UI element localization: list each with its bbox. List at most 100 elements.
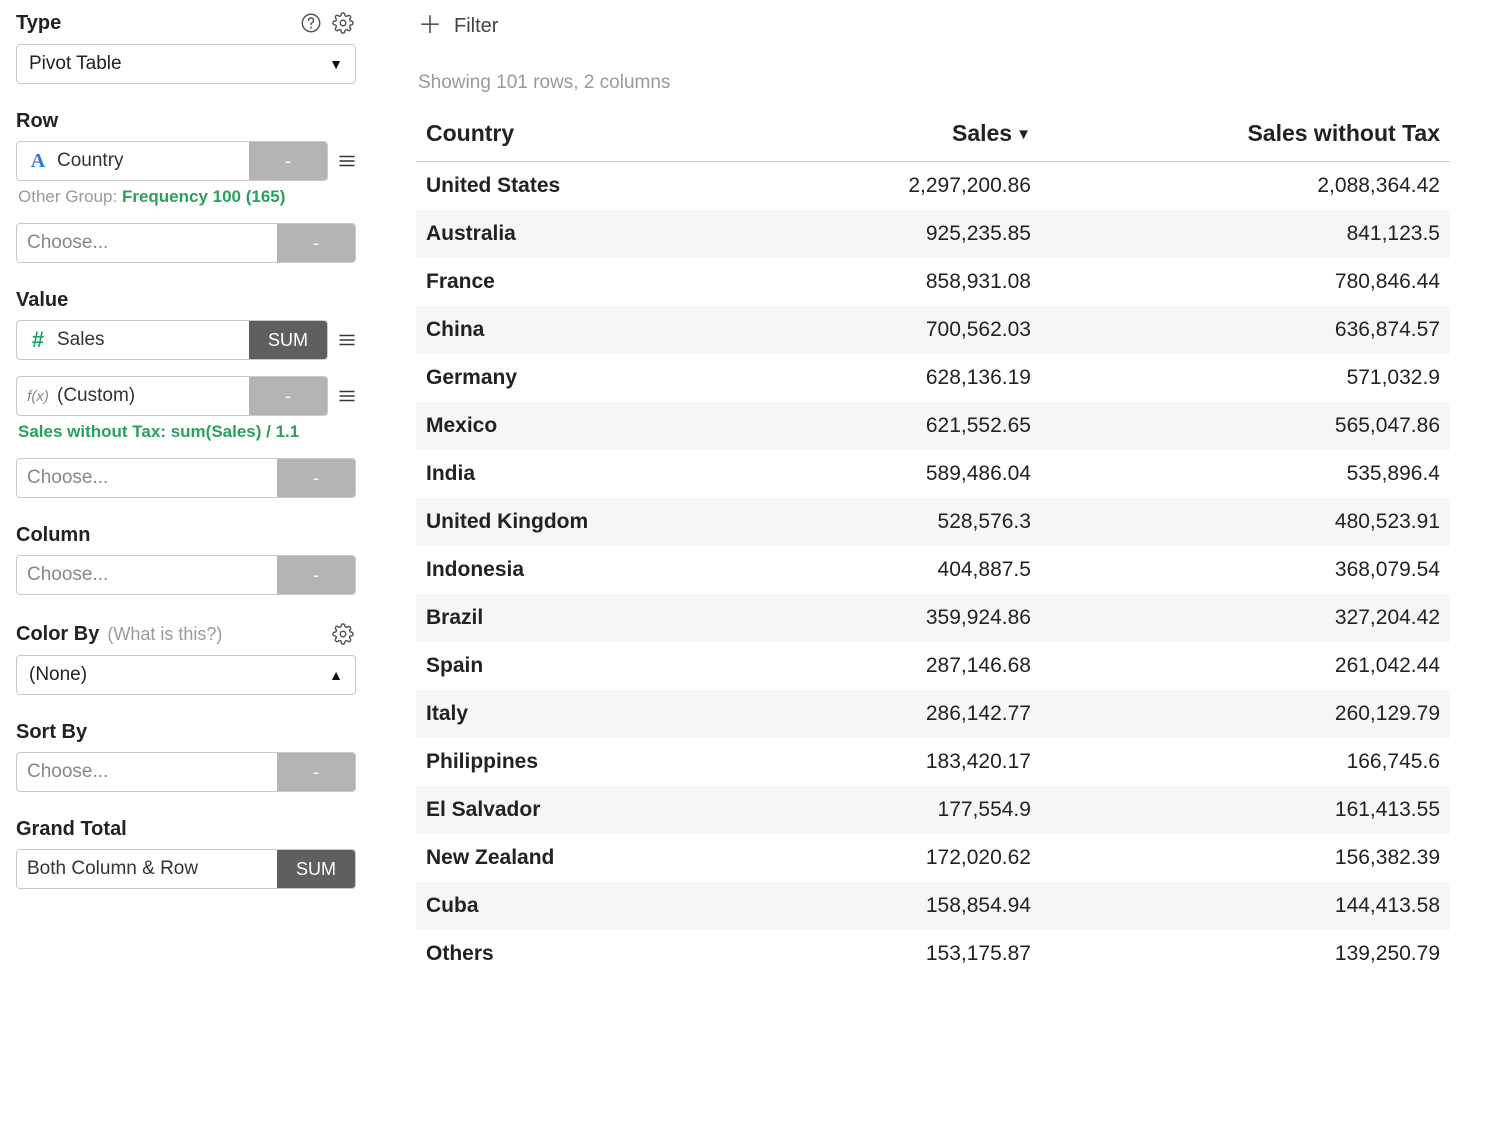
colorby-label: Color By — [16, 623, 99, 646]
value-choose-box[interactable]: Choose... - — [16, 458, 356, 498]
grandtotal-label: Grand Total — [16, 818, 356, 841]
sortby-choose-box[interactable]: Choose... - — [16, 752, 356, 792]
table-row[interactable]: Philippines183,420.17166,745.6 — [416, 738, 1450, 786]
row-field-name: Country — [57, 150, 124, 172]
text-type-icon: A — [27, 150, 49, 173]
table-row[interactable]: Cuba158,854.94144,413.58 — [416, 882, 1450, 930]
row-field-box[interactable]: A Country - — [16, 141, 328, 181]
drag-handle-icon[interactable] — [328, 387, 356, 405]
cell-sales_no_tax: 636,874.57 — [1041, 306, 1450, 354]
help-icon[interactable] — [298, 10, 324, 36]
cell-country: Australia — [416, 210, 767, 258]
row-field-agg[interactable]: - — [249, 142, 327, 180]
cell-sales: 404,887.5 — [767, 546, 1041, 594]
table-row[interactable]: France858,931.08780,846.44 — [416, 258, 1450, 306]
table-row[interactable]: New Zealand172,020.62156,382.39 — [416, 834, 1450, 882]
table-row[interactable]: Others153,175.87139,250.79 — [416, 930, 1450, 978]
table-row[interactable]: Mexico621,552.65565,047.86 — [416, 402, 1450, 450]
grandtotal-field: Both Column & Row SUM — [16, 849, 356, 889]
cell-sales: 528,576.3 — [767, 498, 1041, 546]
cell-sales: 183,420.17 — [767, 738, 1041, 786]
colorby-select[interactable]: (None) ▲ — [16, 655, 356, 695]
type-label-row: Type — [16, 10, 356, 36]
cell-sales_no_tax: 368,079.54 — [1041, 546, 1450, 594]
grandtotal-value: Both Column & Row — [27, 858, 198, 880]
colorby-label-row: Color By (What is this?) — [16, 621, 356, 647]
cell-country: Mexico — [416, 402, 767, 450]
table-row[interactable]: United States2,297,200.862,088,364.42 — [416, 162, 1450, 211]
table-row[interactable]: Germany628,136.19571,032.9 — [416, 354, 1450, 402]
table-row[interactable]: Brazil359,924.86327,204.42 — [416, 594, 1450, 642]
value-choose: Choose... - — [16, 458, 356, 498]
column-choose-box[interactable]: Choose... - — [16, 555, 356, 595]
cell-country: China — [416, 306, 767, 354]
gear-icon[interactable] — [330, 621, 356, 647]
value-formula[interactable]: Sales without Tax: sum(Sales) / 1.1 — [18, 422, 356, 442]
cell-sales_no_tax: 156,382.39 — [1041, 834, 1450, 882]
table-row[interactable]: El Salvador177,554.9161,413.55 — [416, 786, 1450, 834]
add-filter-button[interactable]: ＋ Filter — [416, 14, 1450, 38]
cell-country: Indonesia — [416, 546, 767, 594]
value-field-agg[interactable]: SUM — [249, 321, 327, 359]
value-custom-agg[interactable]: - — [249, 377, 327, 415]
column-header-sales[interactable]: Sales▼ — [767, 108, 1041, 162]
cell-sales: 177,554.9 — [767, 786, 1041, 834]
gear-icon[interactable] — [330, 10, 356, 36]
main-panel: ＋ Filter Showing 101 rows, 2 columns Cou… — [416, 10, 1470, 978]
cell-sales_no_tax: 780,846.44 — [1041, 258, 1450, 306]
cell-country: France — [416, 258, 767, 306]
cell-sales_no_tax: 565,047.86 — [1041, 402, 1450, 450]
cell-sales_no_tax: 139,250.79 — [1041, 930, 1450, 978]
row-field-country: A Country - — [16, 141, 356, 181]
colorby-hint[interactable]: (What is this?) — [107, 624, 222, 645]
cell-sales: 158,854.94 — [767, 882, 1041, 930]
cell-sales: 628,136.19 — [767, 354, 1041, 402]
plus-icon: ＋ — [418, 14, 442, 38]
table-row[interactable]: Spain287,146.68261,042.44 — [416, 642, 1450, 690]
sortby-choose-agg[interactable]: - — [277, 753, 355, 791]
cell-sales: 925,235.85 — [767, 210, 1041, 258]
cell-country: Italy — [416, 690, 767, 738]
row-choose-agg[interactable]: - — [277, 224, 355, 262]
grandtotal-box[interactable]: Both Column & Row SUM — [16, 849, 356, 889]
value-choose-agg[interactable]: - — [277, 459, 355, 497]
number-type-icon: # — [27, 327, 49, 353]
cell-sales: 589,486.04 — [767, 450, 1041, 498]
table-row[interactable]: United Kingdom528,576.3480,523.91 — [416, 498, 1450, 546]
sortby-label: Sort By — [16, 721, 356, 744]
caret-up-icon: ▲ — [329, 667, 343, 683]
column-choose: Choose... - — [16, 555, 356, 595]
type-select[interactable]: Pivot Table ▼ — [16, 44, 356, 84]
row-group-link[interactable]: Frequency 100 (165) — [122, 187, 285, 206]
cell-country: Spain — [416, 642, 767, 690]
cell-sales_no_tax: 144,413.58 — [1041, 882, 1450, 930]
cell-country: United States — [416, 162, 767, 211]
column-label: Column — [16, 524, 356, 547]
data-table: CountrySales▼Sales without Tax United St… — [416, 108, 1450, 978]
cell-sales: 359,924.86 — [767, 594, 1041, 642]
table-row[interactable]: Italy286,142.77260,129.79 — [416, 690, 1450, 738]
colorby-value: (None) — [29, 664, 87, 686]
cell-country: New Zealand — [416, 834, 767, 882]
cell-sales_no_tax: 2,088,364.42 — [1041, 162, 1450, 211]
column-choose-agg[interactable]: - — [277, 556, 355, 594]
table-row[interactable]: India589,486.04535,896.4 — [416, 450, 1450, 498]
function-type-icon: f(x) — [27, 388, 49, 405]
table-row[interactable]: China700,562.03636,874.57 — [416, 306, 1450, 354]
row-choose-box[interactable]: Choose... - — [16, 223, 356, 263]
drag-handle-icon[interactable] — [328, 152, 356, 170]
type-label: Type — [16, 12, 61, 35]
value-field-box[interactable]: # Sales SUM — [16, 320, 328, 360]
drag-handle-icon[interactable] — [328, 331, 356, 349]
column-header-sales_no_tax[interactable]: Sales without Tax — [1041, 108, 1450, 162]
cell-sales: 287,146.68 — [767, 642, 1041, 690]
column-header-country[interactable]: Country — [416, 108, 767, 162]
table-row[interactable]: Indonesia404,887.5368,079.54 — [416, 546, 1450, 594]
row-choose: Choose... - — [16, 223, 356, 263]
cell-sales: 286,142.77 — [767, 690, 1041, 738]
cell-sales_no_tax: 841,123.5 — [1041, 210, 1450, 258]
cell-country: Cuba — [416, 882, 767, 930]
table-row[interactable]: Australia925,235.85841,123.5 — [416, 210, 1450, 258]
value-custom-box[interactable]: f(x) (Custom) - — [16, 376, 328, 416]
grandtotal-agg[interactable]: SUM — [277, 850, 355, 888]
